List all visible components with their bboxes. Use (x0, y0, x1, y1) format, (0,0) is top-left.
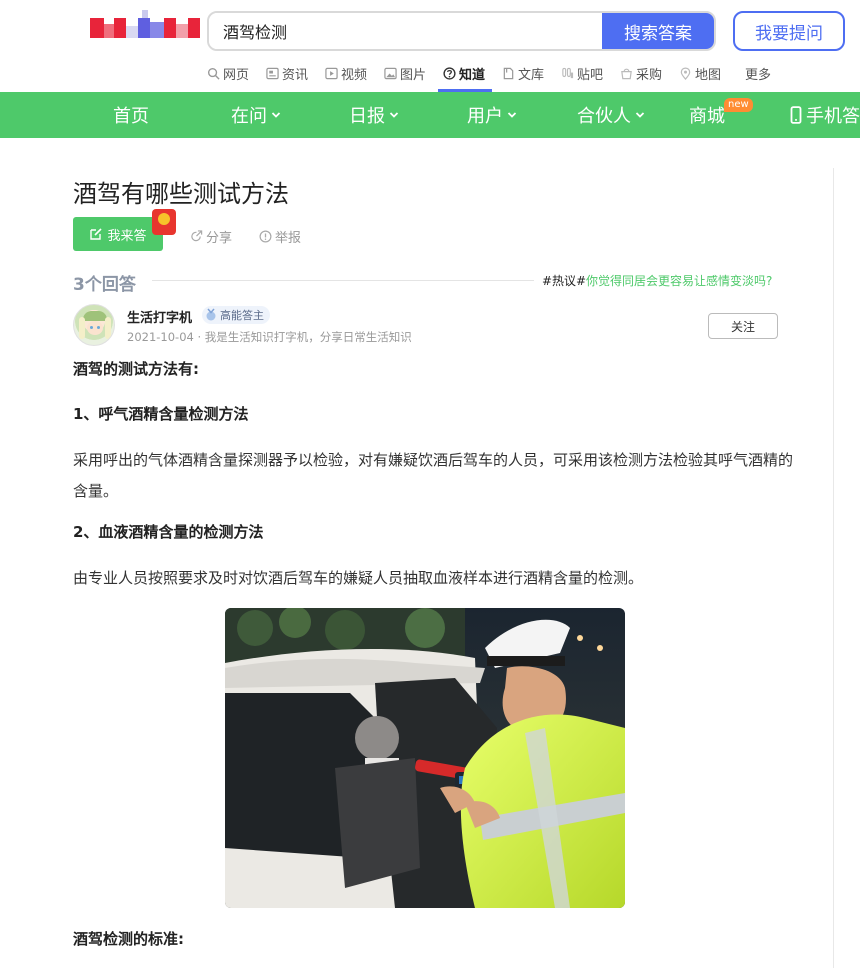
nav-item-mall[interactable]: 商城 (689, 92, 725, 138)
nav-label: 日报 (349, 106, 385, 127)
shop-icon (621, 68, 632, 80)
image-icon (384, 67, 397, 80)
doc-icon (503, 67, 514, 80)
nav-label: 手机答 (806, 106, 860, 127)
answer-photo[interactable] (225, 608, 625, 908)
answer-meta: 2021-10-04 · 我是生活知识打字机，分享日常生活知识 (127, 330, 412, 344)
search-icon (207, 67, 220, 80)
search-box: 搜索答案 (207, 11, 716, 51)
subnav-item-more[interactable]: 更多 (745, 64, 771, 83)
subnav-label: 图片 (400, 68, 427, 83)
search-button[interactable]: 搜索答案 (602, 13, 714, 49)
question-title: 酒驾有哪些测试方法 (73, 180, 289, 208)
nav-label: 首页 (113, 106, 149, 127)
share-button[interactable]: 分享 (190, 227, 232, 246)
nav-label: 在问 (231, 106, 267, 127)
share-label: 分享 (206, 231, 233, 246)
subnav-item-web[interactable]: 网页 (207, 64, 249, 83)
nav-item-asking[interactable]: 在问 (231, 92, 281, 138)
avatar[interactable] (73, 304, 115, 346)
nav-label: 商城 (689, 106, 725, 127)
answer-paragraph: 酒驾检测的标准: (73, 930, 184, 948)
answer-button[interactable]: 我来答 (73, 217, 163, 251)
subnav-item-news[interactable]: 资讯 (266, 64, 308, 83)
answer-count: 3个回答 (73, 275, 136, 295)
answer-paragraph: 1、呼气酒精含量检测方法 (73, 405, 249, 423)
report-button[interactable]: 举报 (259, 227, 301, 246)
chevron-down-icon (389, 112, 399, 118)
question-content: 酒驾有哪些测试方法 我来答 分享 举报 3个回答 #热议# 你觉得同居会更容易让… (0, 138, 860, 968)
nav-label: 合伙人 (577, 106, 631, 127)
user-level-label: 高能答主 (220, 309, 264, 322)
answer-paragraph: 由专业人员按照要求及时对饮酒后驾车的嫌疑人员抽取血液样本进行酒精含量的检测。 (73, 569, 644, 587)
subnav-label: 更多 (745, 68, 772, 83)
tieba-icon (562, 67, 574, 79)
nav-item-partner[interactable]: 合伙人 (577, 92, 645, 138)
divider (833, 168, 834, 968)
nav-item-daily[interactable]: 日报 (349, 92, 399, 138)
logo[interactable] (90, 10, 200, 42)
subnav-label: 网页 (223, 68, 250, 83)
subnav-item-zhidao[interactable]: 知道 (443, 64, 485, 83)
medal-icon (206, 308, 216, 321)
share-icon (191, 230, 203, 242)
video-icon (325, 67, 338, 80)
chevron-down-icon (507, 112, 517, 118)
subnav-label: 贴吧 (577, 68, 604, 83)
news-icon (266, 67, 279, 80)
answer-paragraph: 采用呼出的气体酒精含量探测器予以检验，对有嫌疑饮酒后驾车的人员，可采用该检测方法… (73, 451, 794, 500)
chevron-down-icon (635, 112, 645, 118)
follow-button[interactable]: 关注 (708, 313, 778, 339)
username[interactable]: 生活打字机 (127, 307, 192, 326)
edit-icon (90, 228, 103, 240)
chevron-down-icon (271, 112, 281, 118)
search-input[interactable] (209, 13, 602, 49)
subnav-label: 视频 (341, 68, 368, 83)
subnav-label: 资讯 (282, 68, 309, 83)
subnav-item-image[interactable]: 图片 (384, 64, 426, 83)
subnav-item-map[interactable]: 地图 (679, 64, 721, 83)
report-label: 举报 (275, 231, 302, 246)
subnav-label: 知道 (459, 68, 486, 83)
subnav-label: 采购 (636, 68, 663, 83)
nav-label: 用户 (467, 106, 503, 127)
answer-paragraph: 酒驾的测试方法有: (73, 360, 199, 378)
nav-item-mobile[interactable]: 手机答 (790, 92, 860, 138)
ask-question-button[interactable]: 我要提问 (733, 11, 845, 51)
report-icon (259, 230, 272, 243)
answer-button-label: 我来答 (107, 228, 147, 244)
subnav-item-tieba[interactable]: 贴吧 (561, 64, 603, 83)
subnav-item-wenku[interactable]: 文库 (502, 64, 544, 83)
nav-item-home[interactable]: 首页 (113, 92, 149, 138)
subnav-label: 地图 (695, 68, 722, 83)
red-packet-icon (152, 209, 176, 235)
map-icon (680, 67, 691, 80)
question-icon (443, 67, 456, 80)
subnav-item-video[interactable]: 视频 (325, 64, 367, 83)
nav-item-users[interactable]: 用户 (467, 92, 517, 138)
search-category-nav: 网页 资讯 视频 图片 知道 文库 贴吧 采购 地图 更多 (0, 62, 860, 92)
divider (152, 280, 534, 281)
hot-topic-link[interactable]: 你觉得同居会更容易让感情变淡吗? (586, 272, 772, 289)
new-badge: new (724, 98, 753, 112)
hot-topic-tag: #热议# (542, 274, 587, 288)
answer-paragraph: 2、血液酒精含量的检测方法 (73, 523, 264, 541)
subnav-label: 文库 (518, 68, 545, 83)
subnav-item-purchase[interactable]: 采购 (620, 64, 662, 83)
police-checking-driver-image (225, 608, 625, 908)
header: 搜索答案 我要提问 网页 资讯 视频 图片 知道 文库 贴吧 (0, 0, 860, 92)
phone-icon (790, 106, 802, 124)
user-level-badge: 高能答主 (202, 306, 270, 324)
